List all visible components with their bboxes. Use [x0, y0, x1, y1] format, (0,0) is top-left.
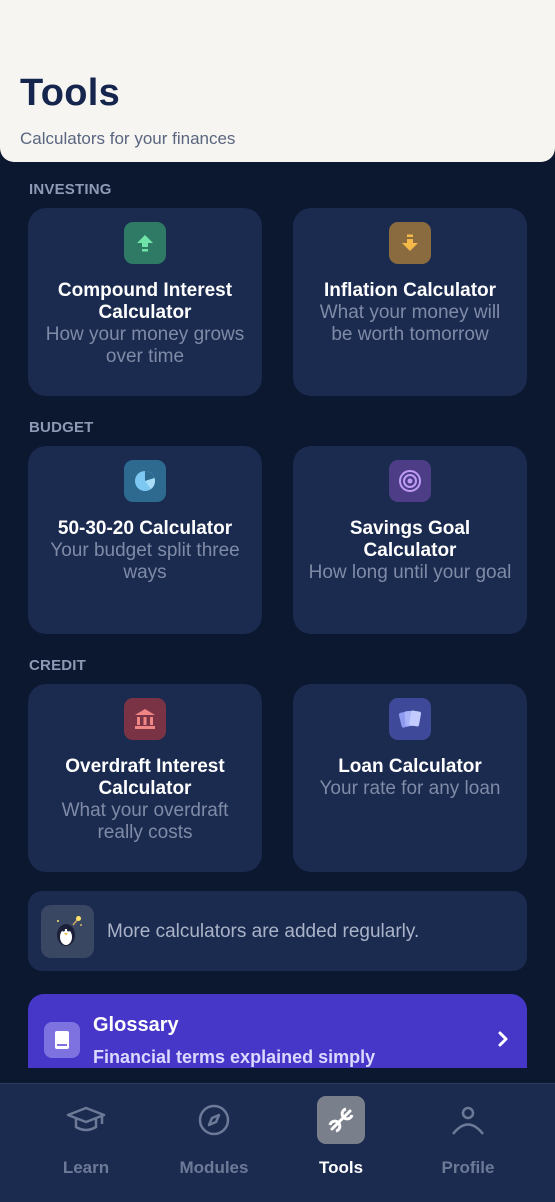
section-label-investing: INVESTING [29, 181, 112, 198]
page-title: Tools [20, 72, 121, 114]
wrench-icon [317, 1096, 365, 1144]
page-subtitle: Calculators for your finances [20, 129, 236, 148]
pie-chart-icon [124, 460, 166, 502]
compound-interest-card[interactable]: Compound Interest Calculator How your mo… [28, 208, 262, 396]
section-label-credit: CREDIT [29, 657, 87, 674]
tab-modules[interactable]: Modules [154, 1084, 274, 1202]
card-title: 50-30-20 Calculator [57, 518, 233, 539]
book-icon [44, 1022, 80, 1058]
card-title: Inflation Calculator [323, 280, 497, 301]
tab-label: Learn [62, 1158, 110, 1177]
card-description: How long until your goal [308, 562, 512, 583]
card-title: Savings Goal Calculator [349, 518, 471, 561]
chevron-right-icon [497, 1030, 509, 1053]
inflation-calculator-card[interactable]: Inflation Calculator What your money wil… [293, 208, 527, 396]
arrow-down-icon [389, 222, 431, 264]
person-icon [444, 1096, 492, 1144]
tab-label: Tools [318, 1158, 364, 1177]
section-label-budget: BUDGET [29, 419, 94, 436]
card-title: Loan Calculator [338, 756, 482, 777]
glossary-title: Glossary [93, 1014, 179, 1036]
card-description: Your rate for any loan [319, 778, 501, 799]
penguin-mascot-icon [41, 905, 94, 958]
overdraft-interest-card[interactable]: Overdraft Interest Calculator What your … [28, 684, 262, 872]
card-description: How your money grows over time [45, 324, 245, 367]
glossary-card[interactable]: Glossary Financial terms explained simpl… [28, 994, 527, 1068]
card-title: Overdraft Interest Calculator [65, 756, 225, 799]
budget-503020-card[interactable]: 50-30-20 Calculator Your budget split th… [28, 446, 262, 634]
bottom-tab-bar: Learn Modules Tools Profile [0, 1083, 555, 1202]
card-description: Your budget split three ways [50, 540, 240, 583]
card-title: Compound Interest Calculator [57, 280, 233, 323]
card-description: What your money will be worth tomorrow [319, 302, 501, 345]
graduation-cap-icon [62, 1096, 110, 1144]
tab-label: Profile [441, 1158, 495, 1177]
loan-calculator-card[interactable]: Loan Calculator Your rate for any loan [293, 684, 527, 872]
savings-goal-card[interactable]: Savings Goal Calculator How long until y… [293, 446, 527, 634]
page-header: Tools Calculators for your finances [0, 0, 555, 162]
tab-learn[interactable]: Learn [26, 1084, 146, 1202]
tab-profile[interactable]: Profile [408, 1084, 528, 1202]
glossary-subtitle: Financial terms explained simply [93, 1047, 376, 1067]
tab-tools[interactable]: Tools [281, 1084, 401, 1202]
compass-icon [190, 1096, 238, 1144]
target-icon [389, 460, 431, 502]
bank-icon [124, 698, 166, 740]
card-description: What your overdraft really costs [61, 800, 229, 843]
info-banner: More calculators are added regularly. [28, 891, 527, 971]
tab-label: Modules [179, 1158, 249, 1177]
arrow-up-icon [124, 222, 166, 264]
cards-icon [389, 698, 431, 740]
info-text: More calculators are added regularly. [107, 921, 420, 942]
